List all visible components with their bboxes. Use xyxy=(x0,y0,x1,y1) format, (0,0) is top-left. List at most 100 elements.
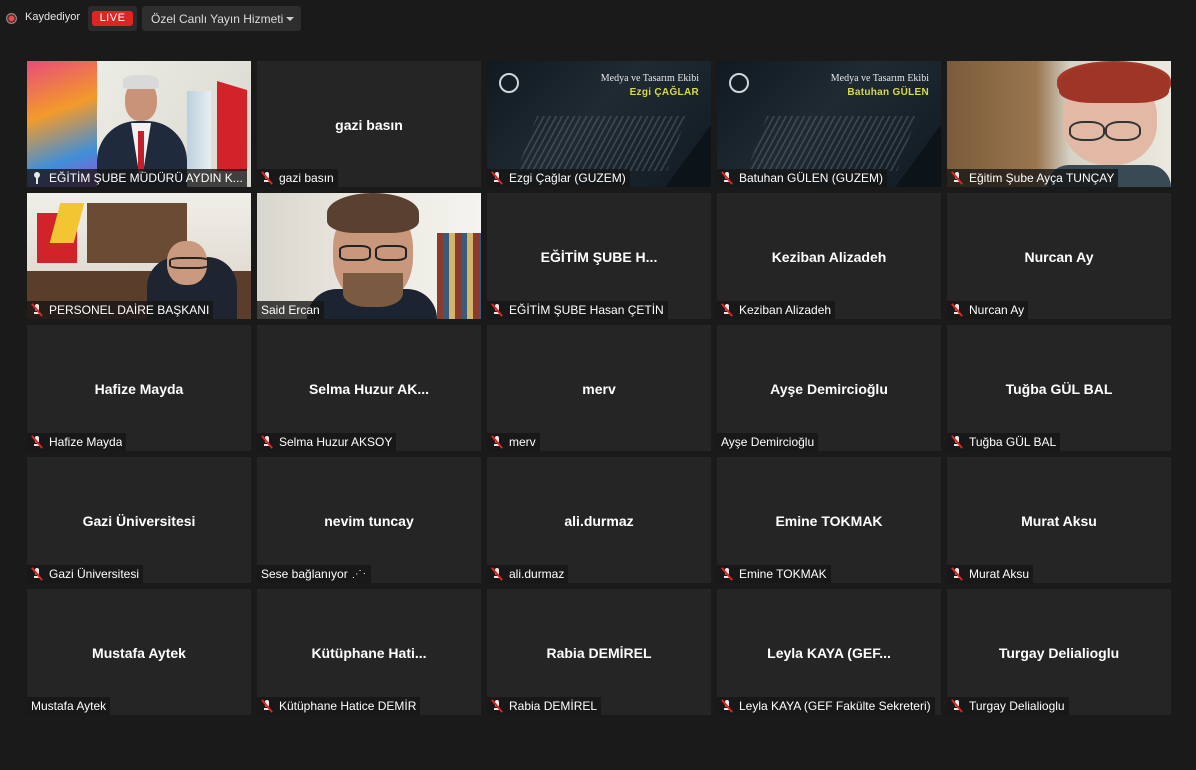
participant-tile[interactable]: merv merv xyxy=(487,325,711,451)
mic-muted-icon xyxy=(491,303,503,317)
mic-muted-icon xyxy=(261,699,273,713)
participant-name-label: PERSONEL DAİRE BAŞKANI xyxy=(27,301,214,319)
participant-label-text: Hafize Mayda xyxy=(49,435,123,449)
participant-tile[interactable]: Eğitim Şube Ayça TUNÇAY xyxy=(947,61,1171,187)
participant-name-label: Mustafa Aytek xyxy=(27,697,111,715)
live-badge: LIVE xyxy=(92,11,133,26)
participant-label-text: Kütüphane Hatice DEMİR xyxy=(279,699,417,713)
participant-name-label: Keziban Alizadeh xyxy=(717,301,836,319)
participant-label-text: Emine TOKMAK xyxy=(739,567,827,581)
mic-muted-icon xyxy=(721,303,733,317)
participant-name-label: Ezgi Çağlar (GUZEM) xyxy=(487,169,630,187)
mic-muted-icon xyxy=(951,435,963,449)
participant-tile[interactable]: Rabia DEMİREL Rabia DEMİREL xyxy=(487,589,711,715)
participant-label-text: gazi basın xyxy=(279,171,334,185)
participant-tile[interactable]: Selma Huzur AK... Selma Huzur AKSOY xyxy=(257,325,481,451)
mic-muted-icon xyxy=(31,435,43,449)
participant-tile[interactable]: Turgay Delialioglu Turgay Delialioglu xyxy=(947,589,1171,715)
recording-icon xyxy=(6,13,17,24)
participant-tile[interactable]: PERSONEL DAİRE BAŞKANI xyxy=(27,193,251,319)
participant-tile[interactable]: Hafize Mayda Hafize Mayda xyxy=(27,325,251,451)
participant-display-name: Nurcan Ay xyxy=(1024,249,1094,265)
participant-label-text: Tuğba GÜL BAL xyxy=(969,435,1057,449)
participant-display-name: Tuğba GÜL BAL xyxy=(1005,381,1113,397)
participant-tile[interactable]: Said Ercan xyxy=(257,193,481,319)
participant-tile[interactable]: Tuğba GÜL BAL Tuğba GÜL BAL xyxy=(947,325,1171,451)
mic-muted-icon xyxy=(721,171,733,185)
participant-tile[interactable]: Medya ve Tasarım Ekibi Batuhan GÜLEN Batuh… xyxy=(717,61,941,187)
participant-name-label: Leyla KAYA (GEF Fakülte Sekreteri) xyxy=(717,697,935,715)
participant-tile[interactable]: gazi basın gazi basın xyxy=(257,61,481,187)
participant-tile[interactable]: Murat Aksu Murat Aksu xyxy=(947,457,1171,583)
participant-tile[interactable]: ali.durmaz ali.durmaz xyxy=(487,457,711,583)
participant-name-label: Turgay Delialioglu xyxy=(947,697,1069,715)
participant-label-text: Ayşe Demircioğlu xyxy=(721,435,815,449)
participant-label-text: Leyla KAYA (GEF Fakülte Sekreteri) xyxy=(739,699,931,713)
participant-display-name: Emine TOKMAK xyxy=(775,513,883,529)
participant-tile[interactable]: Gazi Üniversitesi Gazi Üniversitesi xyxy=(27,457,251,583)
mic-muted-icon xyxy=(721,699,733,713)
participant-name-label: Selma Huzur AKSOY xyxy=(257,433,397,451)
participant-name-label: Said Ercan xyxy=(257,301,324,319)
mic-muted-icon xyxy=(951,699,963,713)
mic-muted-icon xyxy=(491,171,503,185)
participant-display-name: merv xyxy=(582,381,616,397)
participant-label-text: EĞİTİM ŞUBE MÜDÜRÜ AYDIN K... xyxy=(49,171,243,185)
participant-label-text: PERSONEL DAİRE BAŞKANI xyxy=(49,303,210,317)
participant-tile[interactable]: nevim tuncay Sese bağlanıyor ⋰⋅ xyxy=(257,457,481,583)
participant-display-name: Kütüphane Hati... xyxy=(311,645,427,661)
participant-display-name: EĞİTİM ŞUBE H... xyxy=(540,249,658,265)
participant-name-label: Sese bağlanıyor ⋰⋅ xyxy=(257,565,371,583)
mic-muted-icon xyxy=(31,303,43,317)
connecting-spinner-icon: ⋰⋅ xyxy=(351,568,367,580)
participant-display-name: gazi basın xyxy=(335,117,403,133)
participant-tile[interactable]: Kütüphane Hati... Kütüphane Hatice DEMİR xyxy=(257,589,481,715)
participant-tile[interactable]: Medya ve Tasarım Ekibi Ezgi ÇAĞLAR Ezgi Ça… xyxy=(487,61,711,187)
participant-tile[interactable]: Ayşe Demircioğlu Ayşe Demircioğlu xyxy=(717,325,941,451)
participant-display-name: Keziban Alizadeh xyxy=(771,249,887,265)
participant-name-label: ali.durmaz xyxy=(487,565,569,583)
participant-name-label: gazi basın xyxy=(257,169,338,187)
participant-name-label: Batuhan GÜLEN (GUZEM) xyxy=(717,169,888,187)
participant-name-label: Nurcan Ay xyxy=(947,301,1029,319)
participant-tile[interactable]: Mustafa Aytek Mustafa Aytek xyxy=(27,589,251,715)
participant-tile[interactable]: Keziban Alizadeh Keziban Alizadeh xyxy=(717,193,941,319)
participant-label-text: Ezgi Çağlar (GUZEM) xyxy=(509,171,626,185)
participant-display-name: Leyla KAYA (GEF... xyxy=(767,645,891,661)
participant-label-text: Sese bağlanıyor xyxy=(261,567,348,581)
participant-name-label: EĞİTİM ŞUBE Hasan ÇETİN xyxy=(487,301,668,319)
participant-label-text: Nurcan Ay xyxy=(969,303,1025,317)
mic-muted-icon xyxy=(721,567,733,581)
participant-name-label: merv xyxy=(487,433,540,451)
brand-person-label: Batuhan GÜLEN xyxy=(847,87,929,98)
participant-display-name: Murat Aksu xyxy=(1021,513,1097,529)
mic-muted-icon xyxy=(261,435,273,449)
participant-label-text: Said Ercan xyxy=(261,303,320,317)
participant-label-text: Gazi Üniversitesi xyxy=(49,567,140,581)
live-button[interactable]: LIVE xyxy=(88,6,137,31)
participant-label-text: Mustafa Aytek xyxy=(31,699,107,713)
mic-muted-icon xyxy=(951,303,963,317)
participant-display-name: Mustafa Aytek xyxy=(92,645,186,661)
participant-tile-active-speaker[interactable]: EĞİTİM ŞUBE MÜDÜRÜ AYDIN K... xyxy=(27,61,251,187)
participant-tile[interactable]: EĞİTİM ŞUBE H... EĞİTİM ŞUBE Hasan ÇETİN xyxy=(487,193,711,319)
participant-tile[interactable]: Nurcan Ay Nurcan Ay xyxy=(947,193,1171,319)
recording-label: Kaydediyor xyxy=(25,11,81,23)
participant-label-text: Selma Huzur AKSOY xyxy=(279,435,393,449)
mic-muted-icon xyxy=(261,171,273,185)
participant-name-label: Tuğba GÜL BAL xyxy=(947,433,1061,451)
participant-tile[interactable]: Emine TOKMAK Emine TOKMAK xyxy=(717,457,941,583)
brand-team-label: Medya ve Tasarım Ekibi xyxy=(830,73,929,84)
live-stream-service-dropdown[interactable]: Özel Canlı Yayın Hizmeti xyxy=(142,6,301,31)
participant-label-text: Batuhan GÜLEN (GUZEM) xyxy=(739,171,884,185)
participant-name-label: EĞİTİM ŞUBE MÜDÜRÜ AYDIN K... xyxy=(27,169,247,187)
participant-display-name: Ayşe Demircioğlu xyxy=(770,381,888,397)
participant-display-name: Hafize Mayda xyxy=(94,381,184,397)
participant-name-label: Kütüphane Hatice DEMİR xyxy=(257,697,421,715)
mic-muted-icon xyxy=(491,435,503,449)
participant-display-name: nevim tuncay xyxy=(324,513,414,529)
stream-service-label: Özel Canlı Yayın Hizmeti xyxy=(151,12,284,26)
participant-name-label: Ayşe Demircioğlu xyxy=(717,433,819,451)
brand-team-label: Medya ve Tasarım Ekibi xyxy=(600,73,699,84)
participant-tile[interactable]: Leyla KAYA (GEF... Leyla KAYA (GEF Fakült… xyxy=(717,589,941,715)
